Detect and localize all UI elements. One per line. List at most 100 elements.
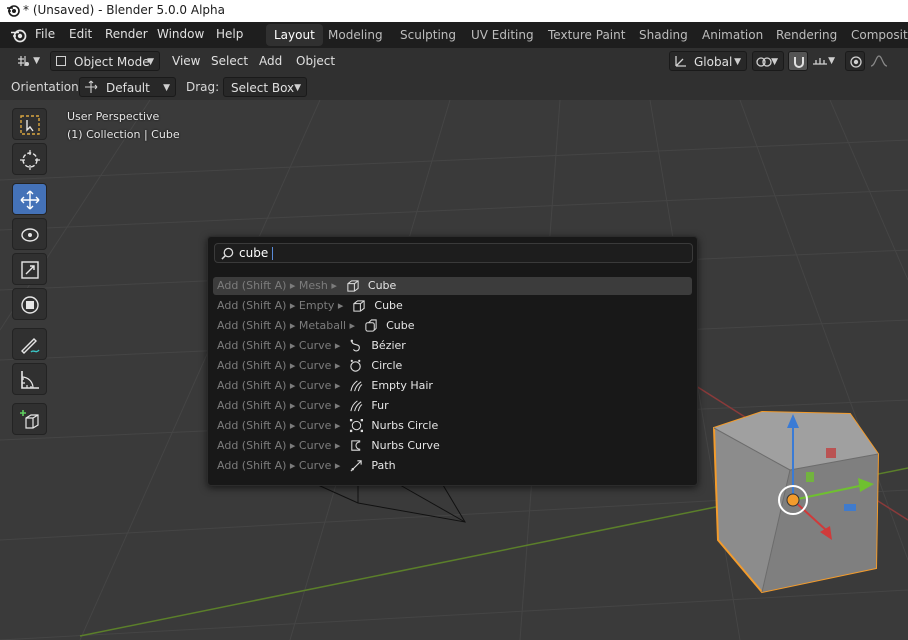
cursor-icon xyxy=(20,150,40,170)
search-icon xyxy=(221,247,234,260)
menu-view[interactable]: View xyxy=(172,51,200,71)
object-mode-icon xyxy=(56,56,66,66)
curve-circle-icon xyxy=(350,359,362,372)
tool-measure[interactable] xyxy=(12,363,47,395)
result-path: Add (Shift A) ▸ Curve ▸ xyxy=(217,399,341,412)
result-name: Cube xyxy=(374,299,403,312)
tab-layout[interactable]: Layout xyxy=(266,24,323,46)
tool-settings-header: Orientation: Default ▼ Drag: Select Box … xyxy=(0,74,908,100)
blender-logo-icon[interactable] xyxy=(10,27,27,43)
result-path: Add (Shift A) ▸ Empty ▸ xyxy=(217,299,344,312)
magnet-icon xyxy=(794,57,804,68)
menu-edit[interactable]: Edit xyxy=(69,27,92,41)
transform-orientation-dropdown[interactable]: Global ▼ xyxy=(669,51,747,71)
operator-search-popup: cube Add (Shift A) ▸ Mesh ▸ Cube Add (Shif… xyxy=(207,236,698,486)
menu-file[interactable]: File xyxy=(35,27,55,41)
mode-dropdown[interactable]: Object Mode ▼ xyxy=(50,51,160,71)
search-input[interactable]: cube xyxy=(214,243,693,263)
add-cube-icon xyxy=(20,410,39,429)
search-result-item[interactable]: Add (Shift A) ▸ Mesh ▸ Cube xyxy=(213,277,692,295)
result-name: Cube xyxy=(367,279,397,292)
tab-compositing[interactable]: Compositing xyxy=(843,24,908,46)
mesh-cube-icon xyxy=(347,280,359,292)
result-name: Path xyxy=(371,459,396,472)
search-result-item[interactable]: Add (Shift A) ▸ Curve ▸ Fur xyxy=(213,397,692,415)
chevron-down-icon: ▼ xyxy=(828,56,835,66)
tab-sculpting[interactable]: Sculpting xyxy=(392,24,464,46)
falloff-dropdown[interactable] xyxy=(868,51,894,71)
snap-toggle[interactable] xyxy=(788,51,808,71)
tool-transform[interactable] xyxy=(12,288,47,320)
search-result-item[interactable]: Add (Shift A) ▸ Metaball ▸ Cube xyxy=(213,317,692,335)
pivot-point-dropdown[interactable]: ▼ xyxy=(752,51,784,71)
metaball-cube-icon xyxy=(365,319,377,332)
search-result-item[interactable]: Add (Shift A) ▸ Curve ▸ Bézier xyxy=(213,337,692,355)
orientation-dropdown[interactable]: Default ▼ xyxy=(79,77,176,97)
proportional-edit-icon xyxy=(850,56,862,68)
tab-uv-editing[interactable]: UV Editing xyxy=(463,24,542,46)
tool-select-box[interactable] xyxy=(12,108,47,140)
result-name: Nurbs Curve xyxy=(371,439,440,452)
chevron-down-icon: ▼ xyxy=(163,83,170,93)
menu-window[interactable]: Window xyxy=(157,27,204,41)
tool-add-cube[interactable] xyxy=(12,403,47,435)
tab-modeling[interactable]: Modeling xyxy=(320,24,391,46)
menu-object[interactable]: Object xyxy=(296,51,335,71)
window-title: * (Unsaved) - Blender 5.0.0 Alpha xyxy=(23,3,226,17)
chevron-down-icon: ▼ xyxy=(734,57,741,67)
tool-move[interactable] xyxy=(12,183,47,215)
tab-shading[interactable]: Shading xyxy=(631,24,696,46)
chevron-down-icon: ▼ xyxy=(294,83,301,93)
tab-rendering[interactable]: Rendering xyxy=(768,24,845,46)
tool-rotate[interactable] xyxy=(12,218,47,250)
result-name: Empty Hair xyxy=(371,379,433,392)
hair-icon xyxy=(350,380,363,392)
collection-label: (1) Collection | Cube xyxy=(67,128,180,141)
menu-help[interactable]: Help xyxy=(216,27,243,41)
nurbs-circle-icon xyxy=(350,419,364,433)
search-result-item[interactable]: Add (Shift A) ▸ Curve ▸ Path xyxy=(213,457,692,475)
result-name: Nurbs Circle xyxy=(371,419,439,432)
result-path: Add (Shift A) ▸ Curve ▸ xyxy=(217,359,341,372)
annotate-icon xyxy=(21,338,40,354)
search-query: cube xyxy=(239,246,269,260)
menu-add[interactable]: Add xyxy=(259,51,282,71)
bezier-curve-icon xyxy=(350,339,361,352)
editor-type-dropdown[interactable]: ▼ xyxy=(13,51,45,71)
drag-label: Drag: xyxy=(186,80,220,94)
drag-dropdown[interactable]: Select Box ▼ xyxy=(223,77,307,97)
search-result-item[interactable]: Add (Shift A) ▸ Empty ▸ Cube xyxy=(213,297,692,315)
orientation-axes-icon xyxy=(675,56,686,67)
result-path: Add (Shift A) ▸ Curve ▸ xyxy=(217,459,341,472)
tool-annotate[interactable] xyxy=(12,328,47,360)
snap-target-dropdown[interactable]: ▼ xyxy=(810,51,840,71)
drag-value: Select Box xyxy=(231,81,295,95)
snap-increment-icon xyxy=(813,58,827,65)
tab-texture-paint[interactable]: Texture Paint xyxy=(540,24,633,46)
viewport-header: ▼ Object Mode ▼ View Select Add Object G… xyxy=(0,48,908,74)
curve-path-icon xyxy=(350,460,363,472)
tool-scale[interactable] xyxy=(12,253,47,285)
window-titlebar: * (Unsaved) - Blender 5.0.0 Alpha xyxy=(0,0,908,22)
search-result-item[interactable]: Add (Shift A) ▸ Curve ▸ Nurbs Curve xyxy=(213,437,692,455)
orientation-default-icon xyxy=(85,80,98,93)
result-name: Circle xyxy=(371,359,403,372)
move-icon xyxy=(20,190,40,210)
search-result-item[interactable]: Add (Shift A) ▸ Curve ▸ Circle xyxy=(213,357,692,375)
text-caret xyxy=(272,247,273,260)
tab-animation[interactable]: Animation xyxy=(694,24,771,46)
result-path: Add (Shift A) ▸ Mesh ▸ xyxy=(217,279,337,292)
scale-icon xyxy=(21,261,39,279)
menu-select[interactable]: Select xyxy=(211,51,248,71)
result-path: Add (Shift A) ▸ Curve ▸ xyxy=(217,419,341,432)
result-path: Add (Shift A) ▸ Metaball ▸ xyxy=(217,319,356,332)
search-result-item[interactable]: Add (Shift A) ▸ Curve ▸ Nurbs Circle xyxy=(213,417,692,435)
menu-render[interactable]: Render xyxy=(105,27,148,41)
search-result-item[interactable]: Add (Shift A) ▸ Curve ▸ Empty Hair xyxy=(213,377,692,395)
tool-cursor[interactable] xyxy=(12,143,47,175)
orientation-value: Default xyxy=(106,81,150,95)
chevron-down-icon: ▼ xyxy=(771,57,778,67)
nurbs-curve-icon xyxy=(351,440,361,451)
orientation-label: Orientation: xyxy=(11,80,83,94)
proportional-edit-toggle[interactable] xyxy=(845,51,865,71)
